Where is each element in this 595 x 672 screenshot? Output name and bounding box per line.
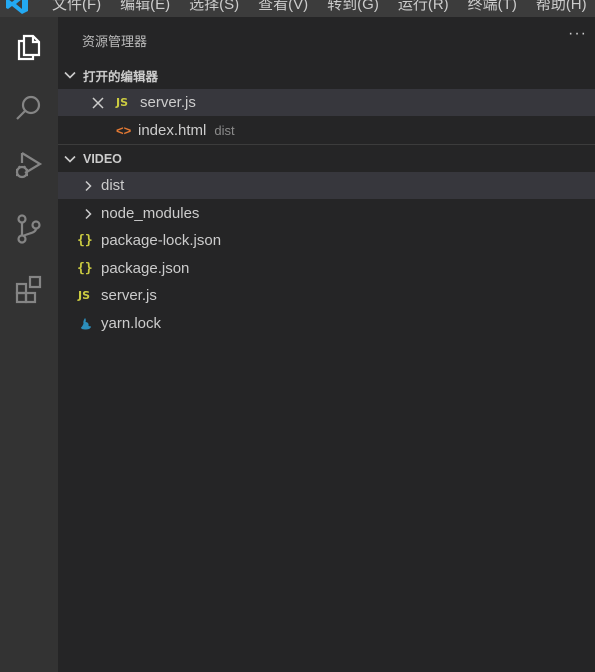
close-icon[interactable] xyxy=(92,96,104,109)
tree-item-package-lock-json[interactable]: {} package-lock.json xyxy=(58,227,595,254)
run-debug-icon[interactable] xyxy=(0,141,58,189)
js-file-icon: JS xyxy=(116,96,129,109)
open-editor-filename: server.js xyxy=(140,94,196,111)
sidebar-title: 资源管理器 xyxy=(82,34,148,49)
vscode-logo-icon xyxy=(6,0,28,14)
open-editor-description: dist xyxy=(214,123,235,138)
menu-selection[interactable]: 选择(S) xyxy=(189,0,239,14)
chevron-down-icon xyxy=(64,155,76,163)
folder-label: VIDEO xyxy=(83,152,122,166)
more-actions-icon[interactable]: ··· xyxy=(568,25,587,43)
json-file-icon: {} xyxy=(77,261,93,276)
tree-item-label: package.json xyxy=(101,260,190,277)
activity-bar xyxy=(0,17,58,672)
menu-go[interactable]: 转到(G) xyxy=(327,0,379,14)
js-file-icon: JS xyxy=(78,289,91,302)
menu-file[interactable]: 文件(F) xyxy=(52,0,101,14)
source-control-icon[interactable] xyxy=(0,205,58,253)
explorer-icon[interactable] xyxy=(0,23,58,71)
tree-item-label: yarn.lock xyxy=(101,315,162,332)
open-editor-item[interactable]: JS server.js xyxy=(58,89,595,116)
search-icon[interactable] xyxy=(0,84,58,132)
explorer-sidebar: 资源管理器 ··· 打开的编辑器 JS server.js <> index.h… xyxy=(58,17,595,672)
tree-item-node-modules[interactable]: node_modules xyxy=(58,200,595,227)
open-editors-label: 打开的编辑器 xyxy=(83,69,159,84)
menu-edit[interactable]: 编辑(E) xyxy=(120,0,170,14)
menu-run[interactable]: 运行(R) xyxy=(398,0,449,14)
menu-help[interactable]: 帮助(H) xyxy=(536,0,587,14)
extensions-icon[interactable] xyxy=(0,265,58,313)
open-editor-filename: index.html xyxy=(138,122,207,139)
tree-item-dist[interactable]: dist xyxy=(58,172,595,199)
chevron-right-icon xyxy=(85,180,92,191)
json-file-icon: {} xyxy=(77,233,93,248)
tree-item-package-json[interactable]: {} package.json xyxy=(58,255,595,282)
chevron-right-icon xyxy=(85,208,92,219)
tree-item-label: package-lock.json xyxy=(101,232,222,249)
chevron-down-icon xyxy=(64,71,76,79)
html-file-icon: <> xyxy=(116,123,132,138)
tree-item-label: server.js xyxy=(101,287,157,304)
menu-terminal[interactable]: 终端(T) xyxy=(468,0,517,14)
tree-item-label: dist xyxy=(101,177,125,194)
folder-header[interactable]: VIDEO xyxy=(58,147,595,171)
section-divider xyxy=(58,144,595,145)
open-editors-header[interactable]: 打开的编辑器 xyxy=(58,63,595,87)
yarn-file-icon xyxy=(81,317,91,329)
tree-item-server-js[interactable]: JS server.js xyxy=(58,282,595,309)
tree-item-yarn-lock[interactable]: yarn.lock xyxy=(58,310,595,337)
menu-view[interactable]: 查看(V) xyxy=(258,0,308,14)
open-editor-item[interactable]: <> index.html dist xyxy=(58,117,595,144)
tree-item-label: node_modules xyxy=(101,205,200,222)
menu-bar: 文件(F) 编辑(E) 选择(S) 查看(V) 转到(G) 运行(R) 终端(T… xyxy=(0,0,595,17)
